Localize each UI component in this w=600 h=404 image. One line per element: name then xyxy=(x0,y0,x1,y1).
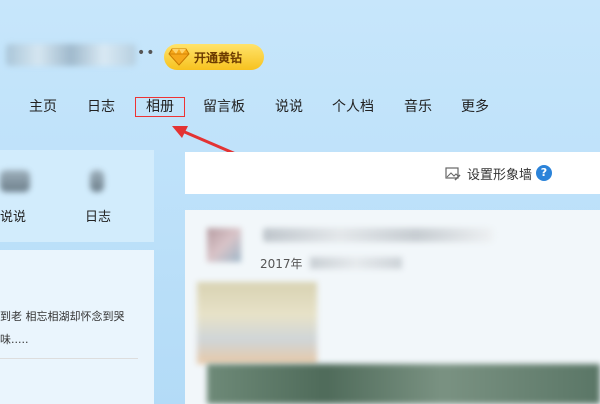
post-image-blurred[interactable] xyxy=(207,364,600,404)
open-yellow-diamond-button[interactable]: 开通黄钻 xyxy=(164,44,264,70)
post-date: 2017年 xyxy=(260,257,303,271)
vip-label: 开通黄钻 xyxy=(194,50,243,65)
photo-wall-label: 设置形象墙 xyxy=(466,168,532,183)
profile-header: •• 开通黄钻 主页 日志 相册 留言板 说说 个人档 音乐 更多 xyxy=(0,0,600,160)
main-nav: 主页 日志 相册 留言板 说说 个人档 音乐 更多 xyxy=(0,96,600,120)
nav-more[interactable]: 更多 xyxy=(461,96,489,118)
feed-post: 2017年 xyxy=(185,210,600,404)
blog-app-icon[interactable] xyxy=(90,170,104,192)
nav-blog[interactable]: 日志 xyxy=(87,96,115,118)
nav-photos[interactable]: 相册 xyxy=(135,97,185,117)
set-photo-wall-link[interactable]: 设置形象墙 xyxy=(445,164,532,183)
poster-name-blurred[interactable] xyxy=(263,228,493,242)
nav-music[interactable]: 音乐 xyxy=(404,96,432,118)
moments-app-icon[interactable] xyxy=(0,170,30,192)
image-edit-icon xyxy=(445,166,461,181)
avatar[interactable] xyxy=(207,228,241,262)
post-content-blurred xyxy=(197,282,317,364)
nav-profile[interactable]: 个人档 xyxy=(332,96,374,118)
feed-card xyxy=(0,250,154,404)
divider xyxy=(0,358,138,359)
nav-moments[interactable]: 说说 xyxy=(275,96,303,118)
photo-wall-bar: 设置形象墙 ? xyxy=(185,152,600,194)
nav-home[interactable]: 主页 xyxy=(29,96,57,118)
more-dots[interactable]: •• xyxy=(137,45,156,61)
feed-text-continued: 味..... xyxy=(0,333,29,346)
app-label-blog[interactable]: 日志 xyxy=(85,206,111,225)
feed-text[interactable]: 到老 相忘相湖却怀念到哭 xyxy=(0,308,125,324)
app-shortcuts-card: 说说 日志 xyxy=(0,150,154,242)
post-date-blurred xyxy=(310,257,402,269)
nav-message-board[interactable]: 留言板 xyxy=(203,96,245,118)
diamond-icon xyxy=(164,44,194,70)
help-icon[interactable]: ? xyxy=(536,165,552,181)
app-label-moments[interactable]: 说说 xyxy=(0,206,26,225)
left-panel: 说说 日志 到老 相忘相湖却怀念到哭 味..... xyxy=(0,150,154,404)
username-blurred[interactable] xyxy=(6,44,136,66)
